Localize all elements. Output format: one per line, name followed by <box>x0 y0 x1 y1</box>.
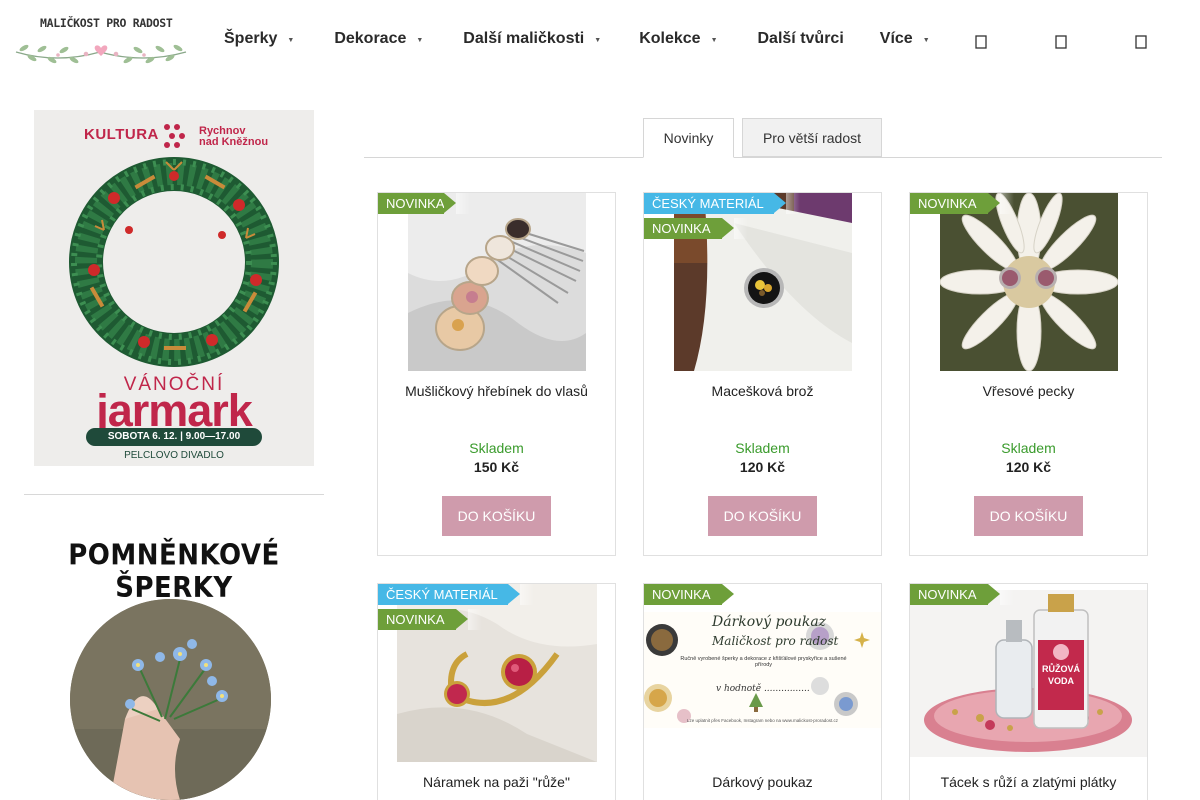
chevron-down-icon: ▼ <box>287 37 295 44</box>
product-title[interactable]: Tácek s růží a zlatými plátky <box>910 774 1147 790</box>
main-nav: Šperky ▼ Dekorace ▼ Další maličkosti ▼ K… <box>224 30 930 48</box>
jarmark-poster-banner[interactable]: KULTURA Rychnov nad Kněžnou VÁNOČNÍ jarm… <box>34 110 314 466</box>
nav-item-dekorace[interactable]: Dekorace ▼ <box>334 30 423 48</box>
product-price: 150 Kč <box>473 459 520 475</box>
product-card[interactable]: NOVINKA Mušličkový hřebínek do vlasů Skl… <box>377 192 616 556</box>
product-price: 120 Kč <box>739 459 786 475</box>
product-image[interactable] <box>940 193 1118 371</box>
add-to-cart-button[interactable]: DO KOŠÍKU <box>442 496 551 536</box>
rose-tray-image <box>910 590 1147 757</box>
product-title[interactable]: Dárkový poukaz <box>644 774 881 790</box>
nav-item-label: Další tvůrci <box>757 30 844 47</box>
nav-item-label: Další maličkosti <box>463 30 585 47</box>
poster-town-line2: nad Kněžnou <box>199 136 269 148</box>
tabs-underline <box>364 157 1162 158</box>
product-card[interactable]: NOVINKA RŮŽOVÁ VODA Tácek s růží a zlatý… <box>909 583 1148 800</box>
product-title[interactable]: Náramek na paži "růže" <box>378 774 615 790</box>
badge-new: NOVINKA <box>644 218 748 239</box>
logo-text: MALIČKOST PRO RADOST <box>40 16 173 30</box>
site-logo[interactable]: MALIČKOST PRO RADOST <box>12 14 190 68</box>
product-title[interactable]: Vřesové pecky <box>910 383 1147 399</box>
product-image[interactable] <box>408 193 586 371</box>
forget-me-not-image <box>70 599 271 800</box>
voucher-footer: Lze uplatnit přes Facebook, Instagram ne… <box>686 718 839 723</box>
nav-item-label: Kolekce <box>639 30 701 47</box>
badge-new: NOVINKA <box>910 584 1014 605</box>
nav-item-label: Dekorace <box>334 30 407 47</box>
user-icon[interactable] <box>1054 33 1068 51</box>
kultura-logo-dots <box>164 124 185 148</box>
heather-earrings-image <box>940 193 1118 371</box>
hair-comb-image <box>408 193 586 371</box>
tab-novinky[interactable]: Novinky <box>643 118 734 158</box>
nav-item-dalsi-tvurci[interactable]: Další tvůrci <box>758 30 844 48</box>
product-image[interactable]: RŮŽOVÁ VODA <box>910 590 1147 757</box>
voucher-description: Ručně vyrobené šperky a dekorace z křišť… <box>680 656 847 668</box>
nav-item-kolekce[interactable]: Kolekce ▼ <box>639 30 717 48</box>
chevron-down-icon: ▼ <box>710 37 718 44</box>
product-card[interactable]: ČESKÝ MATERIÁL NOVINKA Náramek na paži "… <box>377 583 616 800</box>
badge-czech-material: ČESKÝ MATERIÁL <box>378 584 534 605</box>
voucher-brand: Maličkost pro radost <box>712 634 839 648</box>
chevron-down-icon: ▼ <box>922 37 930 44</box>
badge-new: NOVINKA <box>644 584 748 605</box>
site-header: MALIČKOST PRO RADOST Šperky ▼ Dekorace ▼… <box>0 0 1200 82</box>
product-title[interactable]: Macešková brož <box>644 383 881 399</box>
bottle-label-1: RŮŽOVÁ <box>1042 664 1080 674</box>
tab-pro-vetsi-radost[interactable]: Pro větší radost <box>742 118 882 157</box>
logo-garland <box>15 44 187 64</box>
sidebar-heading: POMNĚNKOVÉ ŠPERKY <box>68 539 280 605</box>
voucher-value-line: v hodnotě ................ <box>716 684 810 694</box>
nav-item-sperky[interactable]: Šperky ▼ <box>224 30 294 48</box>
product-card[interactable]: NOVINKA Dárkový poukaz Maličkost pro rad… <box>643 583 882 800</box>
add-to-cart-button[interactable]: DO KOŠÍKU <box>708 496 817 536</box>
stock-status: Skladem <box>1001 440 1056 456</box>
forget-me-not-photo[interactable] <box>70 599 271 800</box>
badge-czech-material: ČESKÝ MATERIÁL <box>644 193 800 214</box>
bottle-label-2: VODA <box>1047 676 1074 686</box>
product-title[interactable]: Mušličkový hřebínek do vlasů <box>378 383 615 399</box>
product-image[interactable]: Dárkový poukaz Maličkost pro radost Ručn… <box>644 612 881 728</box>
add-to-cart-button[interactable]: DO KOŠÍKU <box>974 496 1083 536</box>
product-price: 120 Kč <box>1005 459 1052 475</box>
chevron-down-icon: ▼ <box>594 37 602 44</box>
badge-new: NOVINKA <box>910 193 1014 214</box>
badge-new: NOVINKA <box>378 193 470 214</box>
chevron-down-icon: ▼ <box>416 37 424 44</box>
poster-kultura-label: KULTURA <box>84 126 159 143</box>
search-icon[interactable] <box>974 33 988 51</box>
product-card[interactable]: ČESKÝ MATERIÁL NOVINKA Macešková brož Sk… <box>643 192 882 556</box>
nav-item-dalsi-malickosti[interactable]: Další maličkosti ▼ <box>463 30 601 48</box>
cart-icon[interactable] <box>1134 33 1148 51</box>
poster-place: PELCLOVO DIVADLO <box>124 450 224 461</box>
nav-item-vice[interactable]: Více ▼ <box>880 30 930 48</box>
badge-new: NOVINKA <box>378 609 482 630</box>
product-card[interactable]: NOVINKA Vřesové pecky Skladem 120 Kč DO … <box>909 192 1148 556</box>
nav-item-label: Více <box>879 30 913 47</box>
stock-status: Skladem <box>735 440 790 456</box>
sidebar-divider <box>24 494 324 495</box>
nav-item-label: Šperky <box>224 30 278 47</box>
voucher-heading: Dárkový poukaz <box>712 614 827 630</box>
poster-date: SOBOTA 6. 12. | 9.00—17.00 <box>86 428 262 446</box>
stock-status: Skladem <box>469 440 524 456</box>
